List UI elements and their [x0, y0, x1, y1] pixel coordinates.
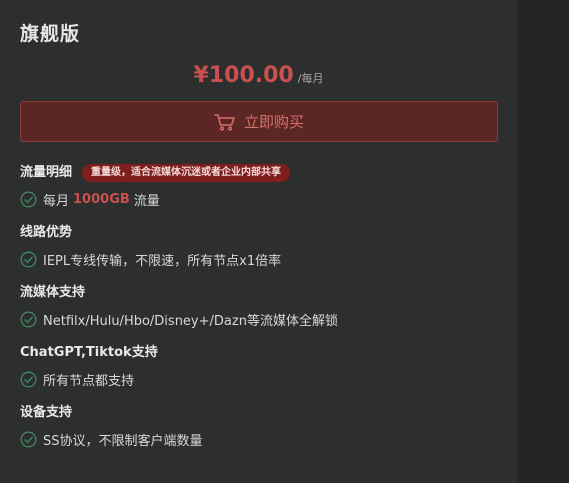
- feature-item: 每月 1000GB 流量: [20, 190, 290, 209]
- traffic-amount: 1000GB: [73, 191, 130, 207]
- check-circle-icon: [20, 431, 37, 448]
- feature-text: 所有节点都支持: [43, 373, 135, 389]
- check-circle-icon: [20, 191, 37, 208]
- feature-item: IEPL专线传输，不限速，所有节点x1倍率: [20, 250, 282, 269]
- plan-title: 旗舰版: [20, 23, 81, 45]
- cart-icon: [214, 113, 244, 131]
- section-streaming: 流媒体支持 Netfilx/Hulu/Hbo/Disney+/Dazn等流媒体全…: [20, 284, 338, 329]
- check-circle-icon: [20, 371, 37, 388]
- plan-card: 旗舰版 ¥100.00/每月 立即购买 流量明细 重量级，适合流媒体沉迷或者企业…: [0, 0, 517, 483]
- check-circle-icon: [20, 251, 37, 268]
- feature-item: Netfilx/Hulu/Hbo/Disney+/Dazn等流媒体全解锁: [20, 310, 338, 329]
- buy-now-button[interactable]: 立即购买: [20, 101, 498, 142]
- section-traffic: 流量明细 重量级，适合流媒体沉迷或者企业内部共享 每月 1000GB 流量: [20, 164, 291, 209]
- feature-item: SS协议，不限制客户端数量: [20, 430, 203, 449]
- feature-item: 所有节点都支持: [20, 370, 158, 389]
- section-title: 流媒体支持: [20, 285, 86, 300]
- feature-prefix: 每月: [43, 193, 70, 209]
- section-title: 流量明细: [20, 165, 73, 180]
- section-devices: 设备支持 SS协议，不限制客户端数量: [20, 404, 203, 449]
- section-line-advantage: 线路优势 IEPL专线传输，不限速，所有节点x1倍率: [20, 224, 282, 269]
- feature-text: Netfilx/Hulu/Hbo/Disney+/Dazn等流媒体全解锁: [43, 313, 338, 329]
- price-period: /每月: [297, 72, 324, 85]
- feature-text: IEPL专线传输，不限速，所有节点x1倍率: [43, 253, 282, 269]
- section-title: 线路优势: [20, 225, 73, 240]
- feature-suffix: 流量: [133, 193, 160, 209]
- section-title: ChatGPT,Tiktok支持: [20, 345, 158, 360]
- plan-price: ¥100.00: [193, 63, 294, 88]
- section-chatgpt-tiktok: ChatGPT,Tiktok支持 所有节点都支持: [20, 344, 158, 389]
- feature-text: SS协议，不限制客户端数量: [43, 433, 203, 449]
- check-circle-icon: [20, 311, 37, 328]
- buy-now-label: 立即购买: [243, 113, 304, 131]
- tier-badge: 重量级，适合流媒体沉迷或者企业内部共享: [82, 164, 291, 182]
- price-row: ¥100.00/每月: [0, 60, 517, 95]
- background-panel: [517, 0, 569, 483]
- section-title: 设备支持: [20, 405, 73, 420]
